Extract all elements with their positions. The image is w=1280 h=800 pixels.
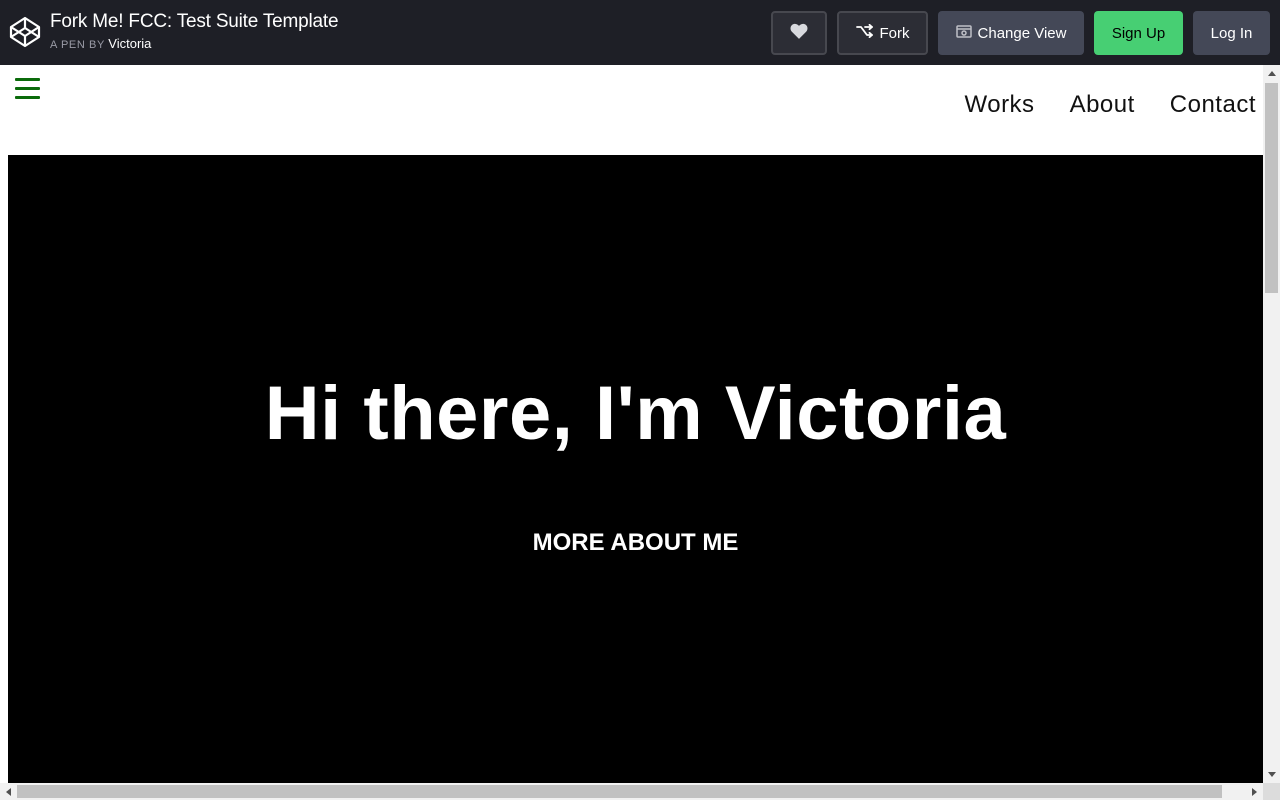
heart-button[interactable] [771, 11, 827, 55]
fork-button-label: Fork [879, 24, 910, 42]
fork-button[interactable]: Fork [837, 11, 928, 55]
hero-title: Hi there, I'm Victoria [264, 371, 1007, 456]
author-link[interactable]: Victoria [108, 36, 151, 51]
change-view-label: Change View [977, 24, 1067, 42]
horizontal-scroll-thumb[interactable] [17, 785, 1222, 798]
codepen-header: Fork Me! FCC: Test Suite Template A PEN … [0, 0, 1280, 65]
scroll-down-arrow-icon[interactable] [1263, 766, 1280, 783]
welcome-section: Hi there, I'm Victoria MORE ABOUT ME [8, 155, 1263, 783]
pen-preview: Works About Contact Hi there, I'm Victor… [0, 65, 1280, 800]
nav-link-contact[interactable]: Contact [1170, 91, 1256, 119]
pen-title: Fork Me! FCC: Test Suite Template [50, 11, 339, 32]
nav-link-works[interactable]: Works [965, 91, 1035, 119]
scroll-up-arrow-icon[interactable] [1263, 65, 1280, 82]
pen-byline: A PEN BY Victoria [50, 36, 151, 51]
vertical-scrollbar[interactable] [1263, 65, 1280, 783]
codepen-logo-icon[interactable] [9, 16, 41, 48]
change-view-button[interactable]: Change View [938, 11, 1084, 55]
change-view-icon [955, 24, 972, 42]
scroll-right-arrow-icon[interactable] [1246, 783, 1263, 800]
scroll-left-arrow-icon[interactable] [0, 783, 17, 800]
fork-icon [855, 23, 874, 42]
sign-up-button[interactable]: Sign Up [1094, 11, 1183, 55]
hamburger-menu-icon[interactable] [15, 78, 40, 100]
more-about-me-link[interactable]: MORE ABOUT ME [8, 529, 1263, 557]
horizontal-scrollbar[interactable] [0, 783, 1263, 800]
scrollbar-corner [1263, 783, 1280, 800]
heart-icon [790, 23, 808, 43]
nav-link-about[interactable]: About [1070, 91, 1135, 119]
log-in-button[interactable]: Log In [1193, 11, 1270, 55]
byline-prefix: A PEN BY [50, 39, 105, 51]
site-nav: Works About Contact [965, 91, 1257, 119]
vertical-scroll-thumb[interactable] [1265, 83, 1278, 293]
